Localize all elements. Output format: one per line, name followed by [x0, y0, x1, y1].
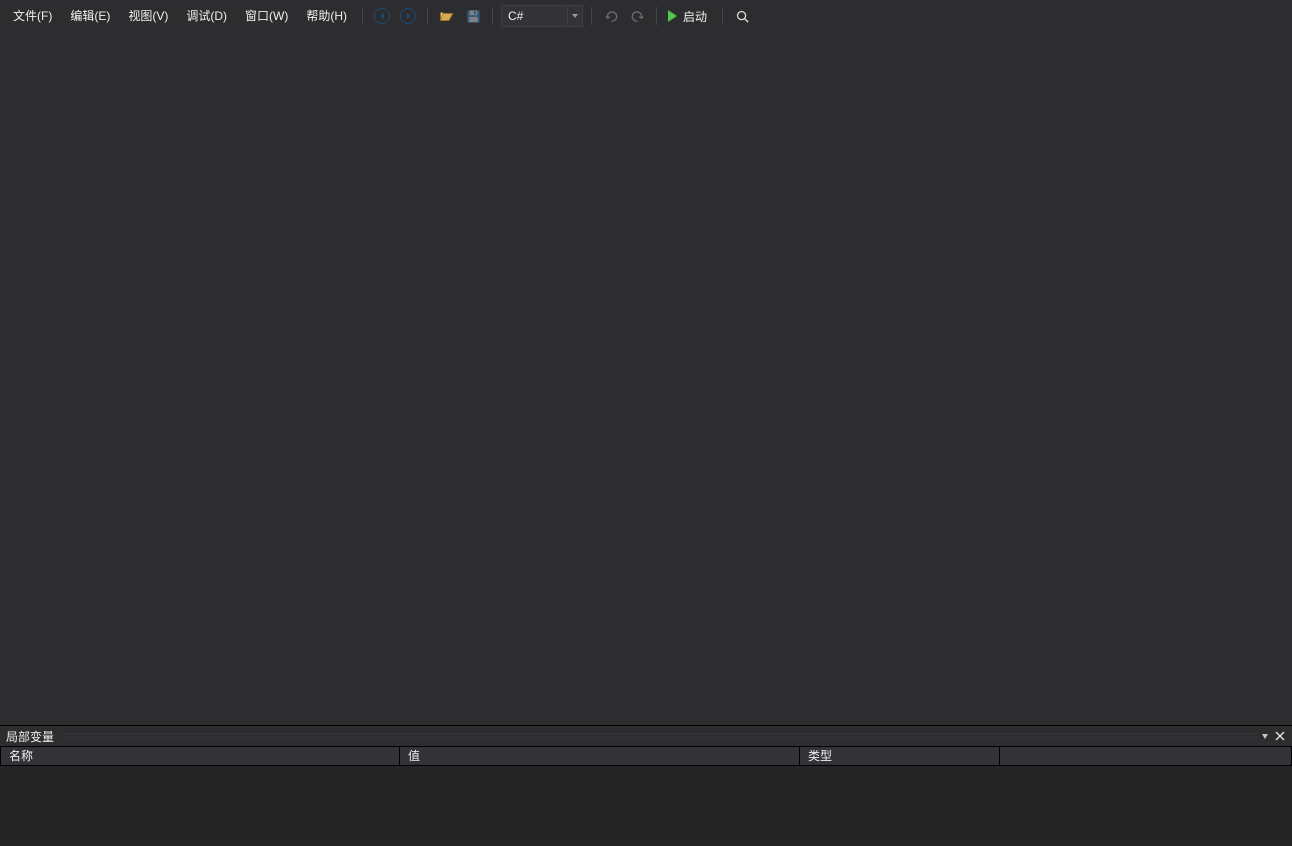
save-button[interactable]	[461, 4, 485, 28]
toolbar-separator	[722, 7, 723, 25]
column-name[interactable]: 名称	[0, 746, 400, 766]
toolbar-separator	[362, 7, 363, 25]
nav-back-button[interactable]	[370, 4, 394, 28]
arrow-right-icon	[400, 8, 416, 24]
redo-icon	[630, 9, 645, 24]
toolbar-separator	[427, 7, 428, 25]
menu-help[interactable]: 帮助(H)	[297, 0, 356, 32]
language-selector[interactable]: C#	[501, 5, 583, 27]
toolbar-separator	[656, 7, 657, 25]
column-value[interactable]: 值	[400, 746, 800, 766]
locals-grid-header: 名称 值 类型	[0, 746, 1292, 766]
close-icon	[1275, 731, 1285, 741]
run-button[interactable]: 启动	[665, 4, 714, 28]
undo-icon	[604, 9, 619, 24]
play-icon	[668, 10, 677, 22]
locals-panel-titlebar[interactable]: 局部变量	[0, 726, 1292, 746]
dropdown-icon	[567, 7, 582, 25]
folder-open-icon	[439, 8, 455, 24]
language-selector-value: C#	[502, 7, 567, 25]
toolbar-separator	[591, 7, 592, 25]
panel-grip	[64, 733, 1258, 740]
main-toolbar: 文件(F) 编辑(E) 视图(V) 调试(D) 窗口(W) 帮助(H)	[0, 0, 1292, 32]
editor-area	[0, 32, 1292, 725]
locals-panel: 局部变量 名称 值 类型	[0, 725, 1292, 846]
menu-file[interactable]: 文件(F)	[4, 0, 61, 32]
column-empty	[1000, 746, 1292, 766]
search-icon	[735, 9, 750, 24]
undo-button[interactable]	[599, 4, 623, 28]
menu-edit[interactable]: 编辑(E)	[61, 0, 119, 32]
nav-forward-button[interactable]	[396, 4, 420, 28]
search-button[interactable]	[730, 4, 754, 28]
column-type[interactable]: 类型	[800, 746, 1000, 766]
panel-tools	[1262, 729, 1292, 743]
window-options-button[interactable]	[1262, 734, 1268, 739]
ide-window: 文件(F) 编辑(E) 视图(V) 调试(D) 窗口(W) 帮助(H)	[0, 0, 1292, 846]
redo-button[interactable]	[625, 4, 649, 28]
locals-panel-title: 局部变量	[0, 728, 60, 745]
arrow-left-icon	[374, 8, 390, 24]
panel-close-button[interactable]	[1273, 729, 1287, 743]
toolbar-separator	[492, 7, 493, 25]
menu-debug[interactable]: 调试(D)	[177, 0, 236, 32]
menu-view[interactable]: 视图(V)	[119, 0, 177, 32]
run-label: 启动	[683, 8, 707, 25]
locals-grid-body	[0, 766, 1292, 846]
open-file-button[interactable]	[435, 4, 459, 28]
menu-window[interactable]: 窗口(W)	[236, 0, 297, 32]
save-icon	[466, 9, 481, 24]
